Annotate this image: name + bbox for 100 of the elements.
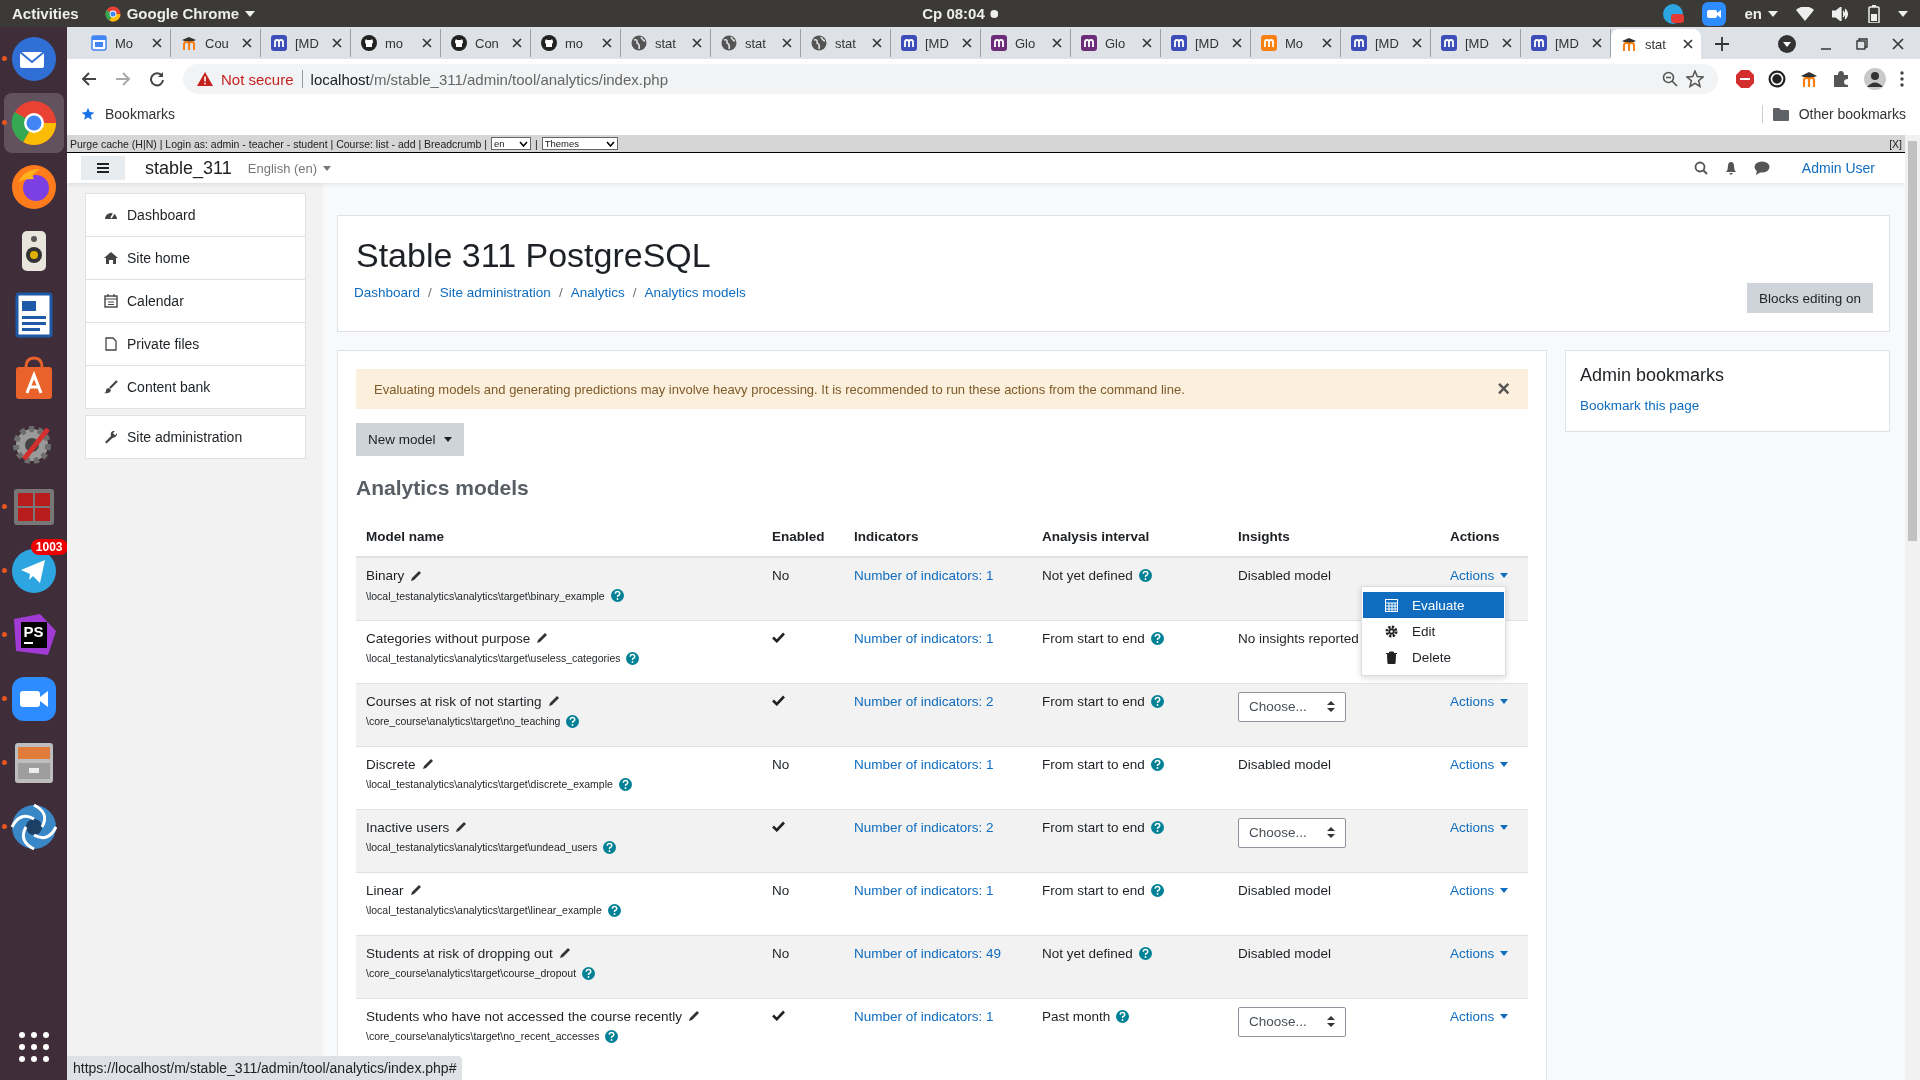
pencil-icon[interactable] — [558, 947, 571, 959]
close-tab-icon[interactable] — [782, 38, 792, 48]
close-tab-icon[interactable] — [152, 38, 162, 48]
wifi-icon[interactable] — [1796, 6, 1814, 21]
zoom-out-icon[interactable] — [1662, 71, 1678, 87]
breadcrumb-link[interactable]: Dashboard — [354, 284, 421, 300]
restore-icon[interactable] — [1856, 38, 1868, 50]
menu-item[interactable]: Evaluate — [1363, 592, 1504, 618]
pencil-icon[interactable] — [536, 632, 549, 644]
indicators-link[interactable]: Number of indicators: 2 — [854, 819, 994, 835]
breadcrumb-link[interactable]: Site administration — [439, 284, 551, 300]
close-tab-icon[interactable] — [1052, 38, 1062, 48]
close-tab-icon[interactable] — [962, 38, 972, 48]
indicators-link[interactable]: Number of indicators: 49 — [854, 945, 1002, 961]
actions-dropdown[interactable]: Actions — [1450, 819, 1509, 835]
other-bookmarks-folder[interactable]: Other bookmarks — [1772, 106, 1906, 122]
actions-dropdown[interactable]: Actions — [1450, 756, 1509, 772]
help-icon[interactable] — [607, 903, 621, 917]
close-tab-icon[interactable] — [872, 38, 882, 48]
indicators-link[interactable]: Number of indicators: 1 — [854, 568, 994, 583]
browser-tab[interactable]: mo — [531, 29, 621, 57]
browser-tab[interactable]: Con — [441, 29, 531, 57]
battery-icon[interactable] — [1868, 4, 1880, 23]
site-name[interactable]: stable_311 — [145, 157, 232, 179]
browser-tab[interactable]: [MD — [1431, 29, 1521, 57]
close-icon[interactable] — [1892, 38, 1904, 50]
sidebar-item[interactable]: Calendar — [86, 280, 305, 323]
dock-item[interactable] — [3, 93, 64, 153]
app-grid-icon[interactable] — [18, 1032, 49, 1062]
browser-tab[interactable]: [MD — [1161, 29, 1251, 57]
indicators-link[interactable]: Number of indicators: 2 — [854, 693, 994, 709]
stop-sign-icon[interactable] — [1736, 70, 1754, 88]
indicators-link[interactable]: Number of indicators: 1 — [854, 630, 994, 646]
star-icon[interactable] — [1686, 70, 1704, 88]
dismiss-button[interactable]: × — [1497, 376, 1510, 402]
app-menu[interactable]: Google Chrome — [104, 5, 256, 22]
indicators-link[interactable]: Number of indicators: 1 — [854, 756, 994, 772]
indicators-link[interactable]: Number of indicators: 1 — [854, 1008, 994, 1024]
pencil-icon[interactable] — [455, 821, 468, 833]
help-icon[interactable] — [582, 966, 596, 980]
sidebar-item[interactable]: Site administration — [86, 416, 305, 458]
notification-icon[interactable] — [1662, 2, 1685, 25]
help-icon[interactable] — [1150, 820, 1164, 834]
actions-dropdown[interactable]: Actions — [1450, 882, 1509, 898]
blocks-editing-button[interactable]: Blocks editing on — [1746, 283, 1873, 313]
new-model-button[interactable]: New model — [356, 423, 464, 456]
reload-icon[interactable] — [149, 71, 165, 87]
pencil-icon[interactable] — [421, 758, 434, 770]
browser-tab[interactable]: [MD — [1341, 29, 1431, 57]
theme-select[interactable]: Themes — [541, 137, 618, 150]
browser-tab[interactable]: mo — [351, 29, 441, 57]
help-icon[interactable] — [605, 1029, 619, 1043]
help-icon[interactable] — [1150, 631, 1164, 645]
new-tab-icon[interactable] — [1715, 37, 1729, 51]
menu-item[interactable]: Delete — [1363, 644, 1504, 670]
language-menu[interactable]: English (en) — [247, 160, 332, 176]
close-tab-icon[interactable] — [332, 38, 342, 48]
search-icon[interactable] — [1693, 161, 1708, 175]
close-tab-icon[interactable] — [1142, 38, 1152, 48]
sidebar-item[interactable]: Dashboard — [86, 194, 305, 237]
help-icon[interactable] — [1150, 757, 1164, 771]
close-tab-icon[interactable] — [1412, 38, 1422, 48]
help-icon[interactable] — [1150, 883, 1164, 897]
browser-tab[interactable]: stat — [1611, 29, 1701, 59]
sidebar-item[interactable]: Content bank — [86, 366, 305, 408]
back-icon[interactable] — [81, 71, 97, 87]
help-icon[interactable] — [626, 651, 640, 665]
menu-item[interactable]: Edit — [1363, 618, 1504, 644]
indicators-link[interactable]: Number of indicators: 1 — [854, 882, 994, 898]
pencil-icon[interactable] — [410, 569, 423, 582]
video-camera-icon[interactable] — [1702, 1, 1727, 26]
security-warning[interactable]: Not secure — [221, 70, 294, 88]
pencil-icon[interactable] — [409, 884, 422, 896]
tab-search-icon[interactable] — [1778, 35, 1796, 53]
dock-item[interactable]: PS — [3, 605, 64, 665]
close-tab-icon[interactable] — [1683, 39, 1693, 49]
browser-tab[interactable]: Glo — [1071, 29, 1161, 57]
help-icon[interactable] — [1138, 946, 1152, 960]
menu-icon[interactable] — [81, 156, 125, 180]
insights-select[interactable]: Choose... — [1238, 691, 1346, 722]
browser-tab[interactable]: [MD — [1521, 29, 1611, 57]
caret-icon[interactable] — [1898, 10, 1908, 17]
language-indicator[interactable]: en — [1744, 5, 1778, 22]
breadcrumb-link[interactable]: Analytics models — [644, 284, 746, 300]
user-menu[interactable]: Admin User — [1801, 160, 1875, 176]
help-icon[interactable] — [1138, 569, 1152, 582]
help-icon[interactable] — [610, 589, 624, 602]
chat-icon[interactable] — [1753, 161, 1770, 175]
browser-tab[interactable]: [MD — [891, 29, 981, 57]
actions-dropdown[interactable]: Actions — [1450, 568, 1509, 583]
address-bar[interactable]: Not secure localhost/m/stable_311/admin/tool/analytics/index.php — [183, 64, 1718, 94]
browser-tab[interactable]: Glo — [981, 29, 1071, 57]
browser-tab[interactable]: Mo — [1251, 29, 1341, 57]
avatar-icon[interactable] — [1864, 68, 1886, 90]
puzzle-icon[interactable] — [1832, 70, 1850, 88]
sidebar-item[interactable]: Site home — [86, 237, 305, 280]
pencil-icon[interactable] — [547, 695, 560, 707]
help-icon[interactable] — [1116, 1009, 1130, 1023]
close-tab-icon[interactable] — [1322, 38, 1332, 48]
close-tab-icon[interactable] — [692, 38, 702, 48]
